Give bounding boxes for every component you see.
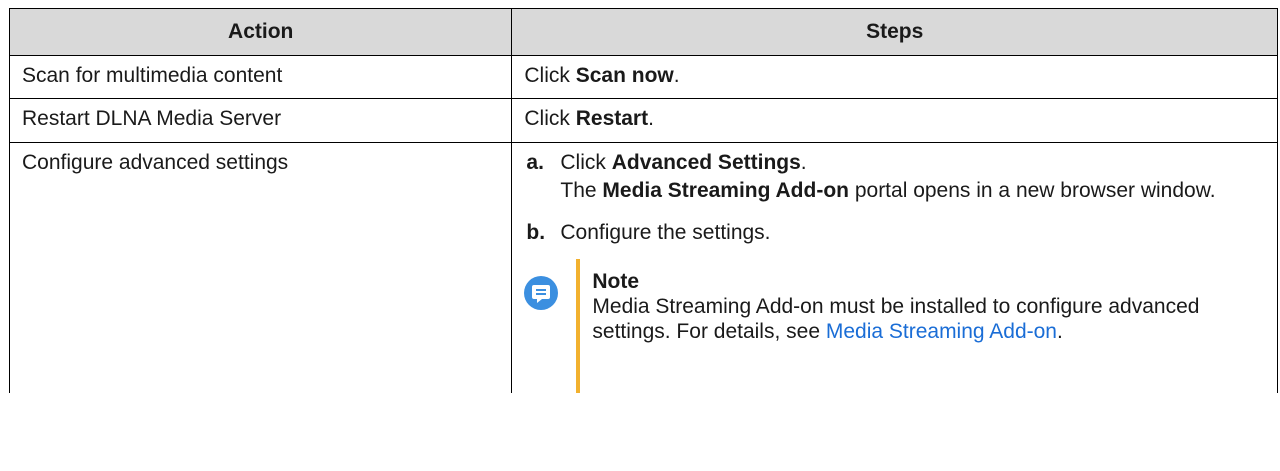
action-cell: Scan for multimedia content (8, 55, 513, 99)
note-icon (524, 276, 559, 310)
steps-cell: Click Restart. (511, 98, 1278, 143)
step-text: Click (524, 107, 576, 130)
header-action: Action (8, 8, 513, 56)
table-row: Configure advanced settings a. Click Adv… (8, 142, 1278, 393)
media-streaming-link[interactable]: Media Streaming Add-on (826, 320, 1057, 343)
header-steps: Steps (511, 8, 1278, 56)
step-suffix: . (648, 107, 654, 130)
note-suffix: . (1056, 320, 1063, 343)
substep-result: The Media Streaming Add-on portal opens … (560, 177, 1224, 205)
step-text: Click (560, 151, 612, 174)
actions-table: Action Steps Scan for multimedia content… (8, 8, 1278, 393)
action-cell: Restart DLNA Media Server (8, 98, 513, 143)
note-title: Note (592, 270, 640, 293)
note-content: Note Media Streaming Add-on must be inst… (580, 259, 1264, 393)
ui-term: Restart (575, 107, 649, 130)
substep-line: Click Advanced Settings. (560, 149, 1224, 177)
substep-b: b. Configure the settings. (526, 219, 1264, 247)
step-text: Click (524, 64, 576, 87)
substep-letter: a. (526, 151, 544, 174)
steps-cell: Click Scan now. (511, 55, 1278, 99)
steps-cell: a. Click Advanced Settings. The Media St… (511, 142, 1278, 393)
step-suffix: portal opens in a new browser window. (849, 179, 1216, 202)
substep-a: a. Click Advanced Settings. The Media St… (526, 149, 1264, 205)
table-row: Scan for multimedia content Click Scan n… (8, 55, 1278, 99)
ui-term: Scan now (575, 64, 674, 87)
substep-body: Configure the settings. (560, 221, 771, 244)
step-text: The (560, 179, 603, 202)
step-suffix: . (673, 64, 680, 87)
note-callout: Note Media Streaming Add-on must be inst… (524, 259, 1264, 393)
ui-term: Advanced Settings (611, 151, 801, 174)
substep-body: Click Advanced Settings. The Media Strea… (560, 149, 1264, 205)
ui-term: Media Streaming Add-on (602, 179, 849, 202)
action-cell: Configure advanced settings (8, 142, 513, 393)
note-text: Media Streaming Add-on must be installed… (592, 294, 1224, 344)
substep-letter: b. (526, 221, 546, 244)
table-row: Restart DLNA Media Server Click Restart. (8, 98, 1278, 143)
table-header-row: Action Steps (8, 8, 1278, 56)
step-suffix: . (800, 151, 807, 174)
